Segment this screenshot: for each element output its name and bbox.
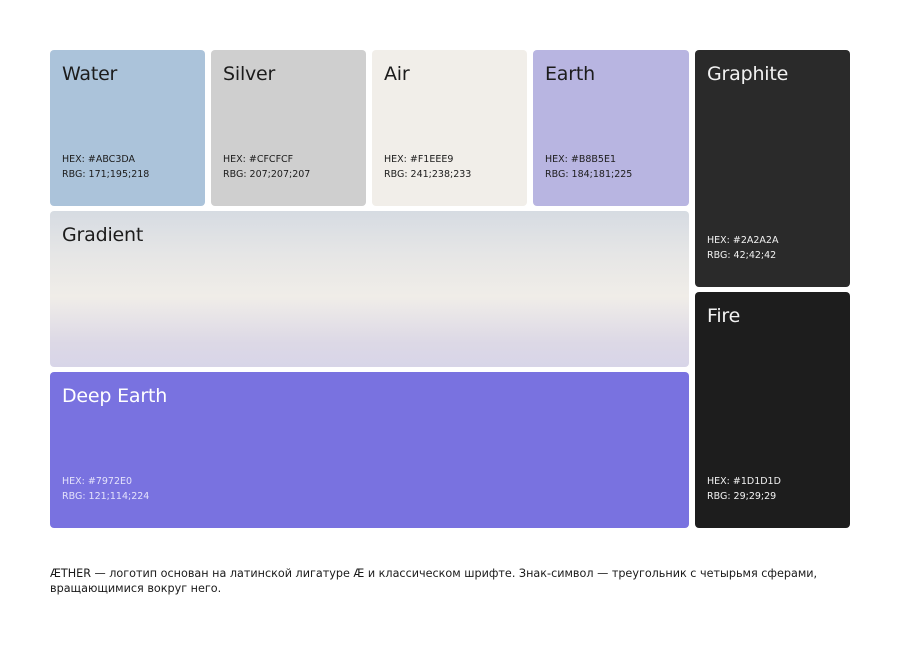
- swatch-title: Air: [384, 63, 410, 85]
- swatch-rgb: RBG: 184;181;225: [545, 169, 633, 180]
- swatch-hex: HEX: #2A2A2A: [707, 235, 779, 246]
- swatch-codes: HEX: #CFCFCF RBG: 207;207;207: [223, 152, 310, 182]
- swatch-title: Fire: [707, 305, 741, 327]
- swatch-rgb: RBG: 29;29;29: [707, 491, 777, 502]
- swatch-water: Water HEX: #ABC3DA RBG: 171;195;218: [50, 50, 205, 206]
- swatch-codes: HEX: #ABC3DA RBG: 171;195;218: [62, 152, 149, 182]
- swatch-rgb: RBG: 171;195;218: [62, 169, 150, 180]
- swatch-silver: Silver HEX: #CFCFCF RBG: 207;207;207: [211, 50, 366, 206]
- swatch-codes: HEX: #1D1D1D RBG: 29;29;29: [707, 474, 781, 504]
- swatch-hex: HEX: #7972E0: [62, 476, 133, 487]
- swatch-hex: HEX: #1D1D1D: [707, 476, 781, 487]
- swatch-hex: HEX: #ABC3DA: [62, 154, 136, 165]
- swatch-title: Deep Earth: [62, 385, 168, 407]
- swatch-earth: Earth HEX: #B8B5E1 RBG: 184;181;225: [533, 50, 689, 206]
- swatch-deep-earth: Deep Earth HEX: #7972E0 RBG: 121;114;224: [50, 372, 689, 528]
- swatch-fire: Fire HEX: #1D1D1D RBG: 29;29;29: [695, 292, 850, 528]
- swatch-title: Silver: [223, 63, 276, 85]
- swatch-rgb: RBG: 121;114;224: [62, 491, 150, 502]
- swatch-title: Graphite: [707, 63, 789, 85]
- logo-description: ÆTHER — логотип основан на латинской лиг…: [50, 567, 818, 595]
- swatch-codes: HEX: #2A2A2A RBG: 42;42;42: [707, 233, 778, 263]
- swatch-air: Air HEX: #F1EEE9 RBG: 241;238;233: [372, 50, 527, 206]
- swatch-rgb: RBG: 241;238;233: [384, 169, 472, 180]
- swatch-gradient: Gradient: [50, 211, 689, 367]
- swatch-codes: HEX: #B8B5E1 RBG: 184;181;225: [545, 152, 632, 182]
- swatch-title: Earth: [545, 63, 595, 85]
- swatch-rgb: RBG: 42;42;42: [707, 250, 777, 261]
- swatch-rgb: RBG: 207;207;207: [223, 169, 311, 180]
- swatch-hex: HEX: #B8B5E1: [545, 154, 617, 165]
- swatch-graphite: Graphite HEX: #2A2A2A RBG: 42;42;42: [695, 50, 850, 287]
- swatch-codes: HEX: #7972E0 RBG: 121;114;224: [62, 474, 149, 504]
- swatch-hex: HEX: #CFCFCF: [223, 154, 294, 165]
- swatch-title: Gradient: [62, 224, 144, 246]
- swatch-title: Water: [62, 63, 118, 85]
- swatch-hex: HEX: #F1EEE9: [384, 154, 454, 165]
- swatch-codes: HEX: #F1EEE9 RBG: 241;238;233: [384, 152, 471, 182]
